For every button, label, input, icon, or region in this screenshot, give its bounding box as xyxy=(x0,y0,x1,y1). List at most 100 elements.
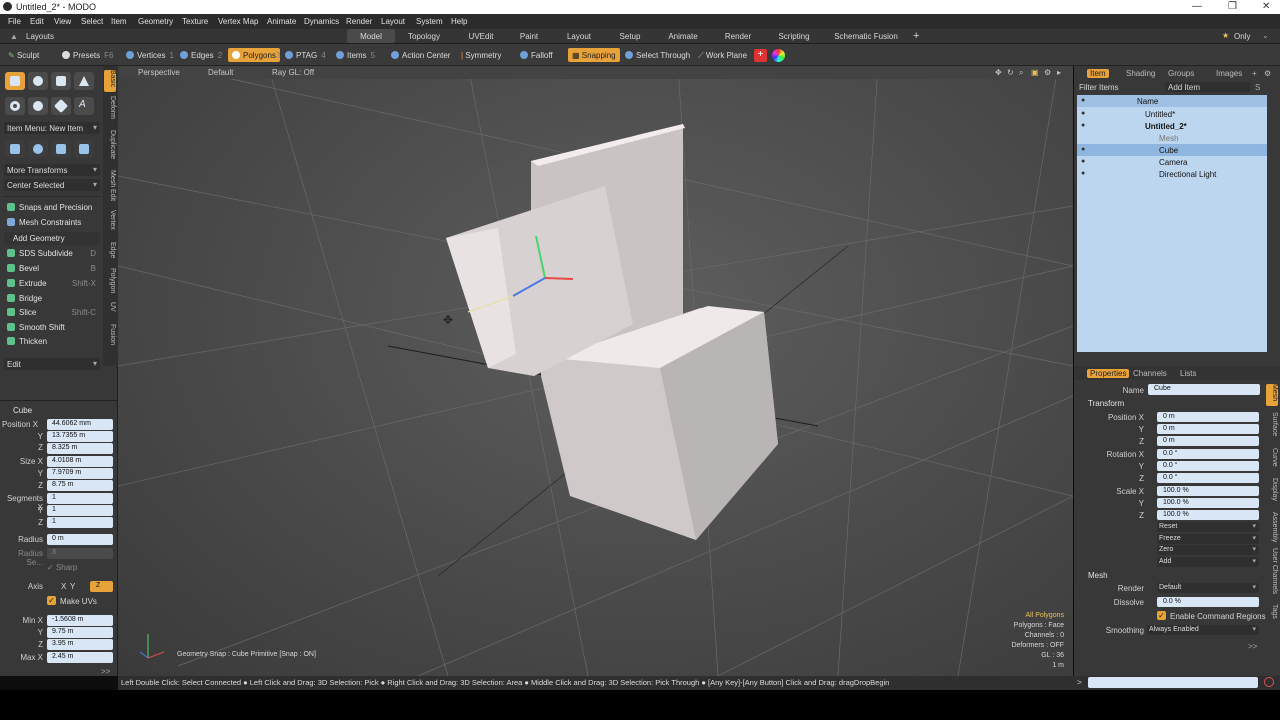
position-y-field[interactable]: 0 m xyxy=(1157,424,1259,434)
cube-primitive-icon[interactable] xyxy=(5,72,25,90)
eye-icon[interactable]: ● xyxy=(1081,158,1085,165)
list-item[interactable]: ● Untitled* xyxy=(1077,108,1267,120)
vtab-basic[interactable]: Basic xyxy=(104,70,116,92)
axis-y-button[interactable]: Y xyxy=(70,582,75,591)
scale-tool-icon[interactable] xyxy=(51,140,71,158)
cone-primitive-icon[interactable] xyxy=(74,72,94,90)
tab-schematic-fusion[interactable]: Schematic Fusion xyxy=(830,29,902,43)
tab-model[interactable]: Model xyxy=(347,29,395,43)
radius-field[interactable]: 0 m xyxy=(47,534,113,545)
center-selected-dropdown[interactable]: Center Selected xyxy=(4,179,100,191)
name-field[interactable]: Cube xyxy=(1148,384,1260,395)
edges-button[interactable]: Edges 2 xyxy=(176,48,226,62)
list-item[interactable]: ● Cube xyxy=(1077,144,1267,156)
axis-z-button[interactable]: Z xyxy=(90,581,113,592)
menu-help[interactable]: Help xyxy=(451,17,467,26)
size-z-field[interactable]: 8.75 m xyxy=(47,480,113,491)
render-dropdown[interactable]: Default xyxy=(1157,583,1259,593)
gizmo-x-axis[interactable] xyxy=(544,277,574,280)
cylinder-primitive-icon[interactable] xyxy=(51,72,71,90)
tab-uvedit[interactable]: UVEdit xyxy=(458,29,504,43)
vtab-duplicate[interactable]: Duplicate xyxy=(104,130,116,164)
select-through-button[interactable]: Select Through xyxy=(621,48,694,62)
tool-smooth-shift[interactable]: Smooth Shift xyxy=(4,321,100,334)
move-tool-icon[interactable] xyxy=(5,140,25,158)
panel-settings-icon[interactable]: ⚙ xyxy=(1264,69,1271,78)
snaps-precision-button[interactable]: Snaps and Precision xyxy=(4,201,100,214)
vtab-fusion[interactable]: Fusion xyxy=(104,324,116,350)
more-transforms-dropdown[interactable]: More Transforms xyxy=(4,164,100,176)
scale-x-field[interactable]: 100.0 % xyxy=(1157,486,1259,496)
only-toggle[interactable]: Only xyxy=(1234,32,1250,41)
snapping-button[interactable]: ▦ Snapping xyxy=(568,48,620,62)
tab-scripting[interactable]: Scripting xyxy=(770,29,818,43)
add-geometry-header[interactable]: Add Geometry xyxy=(4,232,100,245)
list-item[interactable]: ● Untitled_2* xyxy=(1077,120,1267,132)
menu-geometry[interactable]: Geometry xyxy=(138,17,173,26)
scale-y-field[interactable]: 100.0 % xyxy=(1157,498,1259,508)
tab-layout[interactable]: Layout xyxy=(558,29,600,43)
menu-dynamics[interactable]: Dynamics xyxy=(304,17,339,26)
viewport-settings-icon[interactable]: ⚙ xyxy=(1044,68,1051,77)
vtab-assembly[interactable]: Assembly xyxy=(1266,512,1278,542)
menu-system[interactable]: System xyxy=(416,17,443,26)
add-tool-icon[interactable]: + xyxy=(754,49,767,62)
add-item-dropdown[interactable]: Add Item xyxy=(1165,82,1250,92)
star-icon[interactable]: ★ xyxy=(1222,31,1229,40)
vtab-tags[interactable]: Tags xyxy=(1266,604,1278,624)
polygons-button[interactable]: Polygons xyxy=(228,48,280,62)
min-x-field[interactable]: -1.5608 m xyxy=(47,615,113,626)
add-tab-icon[interactable]: + xyxy=(1252,69,1257,78)
vtab-curve[interactable]: Curve xyxy=(1266,448,1278,472)
tab-groups[interactable]: Groups xyxy=(1168,69,1194,78)
vtab-user-channels[interactable]: User Channels xyxy=(1266,548,1278,598)
size-x-field[interactable]: 4.0108 m xyxy=(47,456,113,467)
menu-view[interactable]: View xyxy=(54,17,71,26)
viewport-menu-icon[interactable]: ▸ xyxy=(1057,68,1061,77)
menu-file[interactable]: File xyxy=(8,17,21,26)
vertices-button[interactable]: Vertices 1 xyxy=(122,48,178,62)
add-dropdown[interactable]: Add xyxy=(1157,557,1259,567)
tab-lists[interactable]: Lists xyxy=(1180,369,1196,378)
tab-setup[interactable]: Setup xyxy=(610,29,650,43)
capsule-primitive-icon[interactable] xyxy=(28,97,48,115)
eye-icon[interactable]: ● xyxy=(1081,122,1085,129)
tab-animate[interactable]: Animate xyxy=(660,29,706,43)
item-menu-dropdown[interactable]: Item Menu: New Item xyxy=(4,122,100,134)
rotation-z-field[interactable]: 0.0 ° xyxy=(1157,473,1259,483)
make-uvs-checkbox[interactable]: ✓ xyxy=(47,596,56,605)
rotation-x-field[interactable]: 0.0 ° xyxy=(1157,449,1259,459)
tool-thicken[interactable]: Thicken xyxy=(4,335,100,348)
tab-images[interactable]: Images xyxy=(1216,69,1242,78)
expand-button[interactable]: >> xyxy=(101,667,110,676)
rotation-y-field[interactable]: 0.0 ° xyxy=(1157,461,1259,471)
eye-icon[interactable]: ● xyxy=(1081,170,1085,177)
sphere-primitive-icon[interactable] xyxy=(28,72,48,90)
text-tool-icon[interactable]: A xyxy=(74,97,94,115)
freeze-dropdown[interactable]: Freeze xyxy=(1157,534,1259,544)
work-plane-button[interactable]: ⟋ Work Plane xyxy=(694,48,751,62)
menu-item[interactable]: Item xyxy=(111,17,127,26)
position-x-field[interactable]: 44.6062 mm xyxy=(47,419,113,430)
filter-items-label[interactable]: Filter Items xyxy=(1079,83,1119,92)
vtab-deform[interactable]: Deform xyxy=(104,96,116,122)
chevron-down-icon[interactable]: ⌄ xyxy=(1262,31,1269,40)
s-toggle[interactable]: S xyxy=(1255,83,1260,92)
item-list[interactable]: ● Name ● Untitled* ● Untitled_2* Mesh ● Cube… xyxy=(1077,95,1267,352)
list-item[interactable]: ● Camera xyxy=(1077,156,1267,168)
tab-channels[interactable]: Channels xyxy=(1133,369,1167,378)
menu-render[interactable]: Render xyxy=(346,17,372,26)
action-center-button[interactable]: Action Center xyxy=(387,48,454,62)
list-item[interactable]: ● Directional Light xyxy=(1077,168,1267,180)
segments-z-field[interactable]: 1 xyxy=(47,517,113,528)
tab-paint[interactable]: Paint xyxy=(510,29,548,43)
vtab-polygon[interactable]: Polygon xyxy=(104,268,116,296)
dissolve-field[interactable]: 0.0 % xyxy=(1157,597,1259,607)
menu-edit[interactable]: Edit xyxy=(30,17,44,26)
menu-layout[interactable]: Layout xyxy=(381,17,405,26)
tab-shading[interactable]: Shading xyxy=(1126,69,1155,78)
tool-sds-subdivide[interactable]: SDS Subdivide D xyxy=(4,247,100,260)
rotate-tool-icon[interactable] xyxy=(28,140,48,158)
eye-icon[interactable]: ● xyxy=(1081,146,1085,153)
sculpt-button[interactable]: ✎ Sculpt xyxy=(4,48,43,62)
